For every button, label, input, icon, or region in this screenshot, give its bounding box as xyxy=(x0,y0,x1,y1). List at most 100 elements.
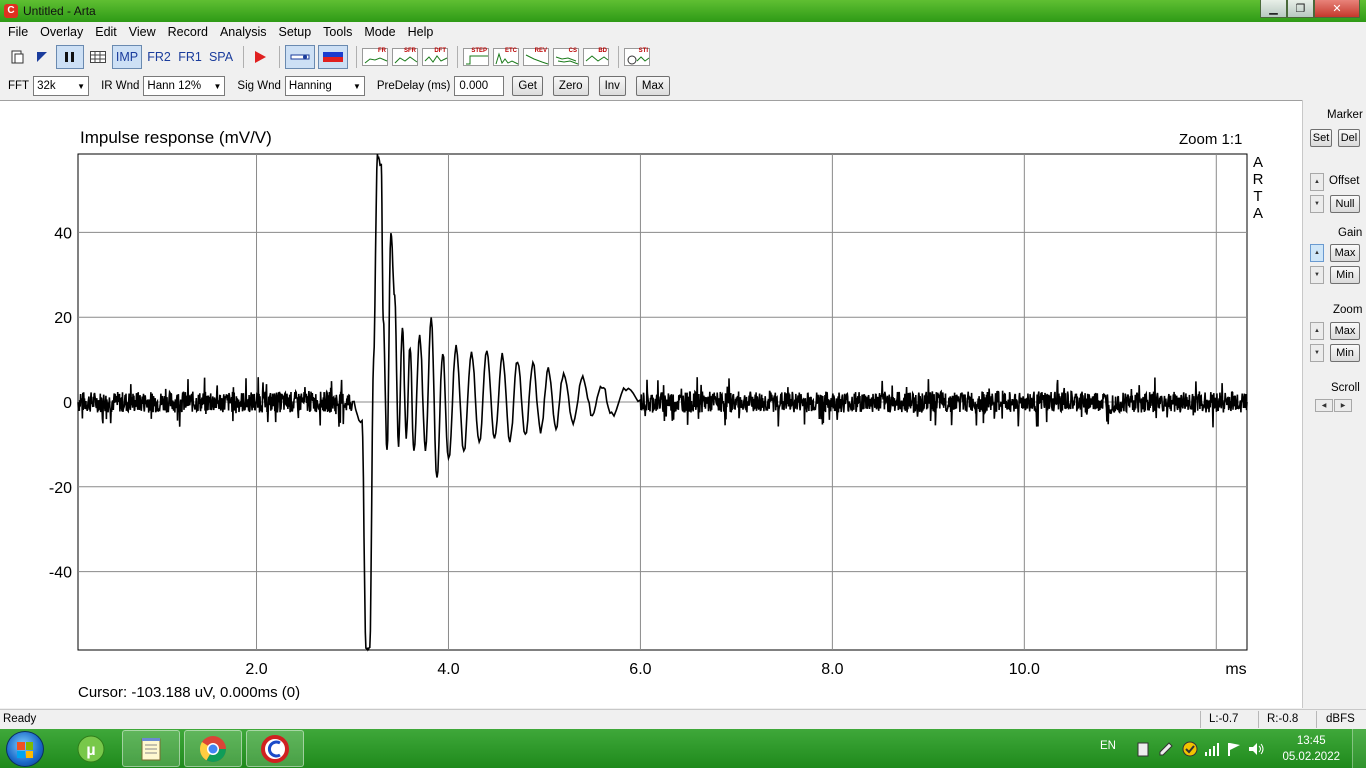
predelay-label: PreDelay (ms) xyxy=(376,80,451,92)
fr-analysis-button[interactable]: FR xyxy=(362,48,388,66)
y-tick-label: 40 xyxy=(54,225,72,242)
new-button[interactable] xyxy=(6,45,28,69)
etc-analysis-button[interactable]: ETC xyxy=(493,48,519,66)
marker-del-button[interactable]: Del xyxy=(1338,129,1360,147)
bd-analysis-button[interactable]: BD xyxy=(583,48,609,66)
arrow-down-icon: ▼ xyxy=(1314,272,1320,278)
taskbar-notepad[interactable] xyxy=(122,730,180,767)
taskbar-utorrent[interactable]: µ xyxy=(62,730,120,767)
arrow-down-icon: ▼ xyxy=(1314,201,1320,207)
offset-up-button[interactable]: ▲ xyxy=(1310,173,1324,191)
gain-label: Gain xyxy=(1338,227,1363,239)
mode-spa-button[interactable]: SPA xyxy=(207,45,235,69)
menu-help[interactable]: Help xyxy=(402,22,440,42)
maximize-button[interactable]: ❐ xyxy=(1287,0,1314,18)
clock[interactable]: 13:45 05.02.2022 xyxy=(1282,733,1340,765)
step-analysis-button[interactable]: STEP xyxy=(463,48,489,66)
taskbar-chrome[interactable] xyxy=(184,730,242,767)
menu-tools[interactable]: Tools xyxy=(317,22,358,42)
dft-analysis-button[interactable]: DFT xyxy=(422,48,448,66)
pause-button[interactable] xyxy=(56,45,84,69)
show-desktop-button[interactable] xyxy=(1352,729,1366,768)
volume-icon[interactable] xyxy=(1248,741,1266,757)
play-icon xyxy=(250,49,270,65)
chart-title: Impulse response (mV/V) xyxy=(80,128,272,147)
open-button[interactable] xyxy=(31,45,53,69)
minimize-button[interactable]: ▁ xyxy=(1260,0,1287,18)
menu-overlay[interactable]: Overlay xyxy=(34,22,89,42)
taskbar: µ EN 13:45 05.02.2022 xyxy=(0,729,1366,768)
zoom-min-button[interactable]: Min xyxy=(1330,344,1360,362)
scroll-right-button[interactable]: ▶ xyxy=(1334,399,1352,412)
clipboard-icon[interactable] xyxy=(1135,741,1151,757)
pause-icon xyxy=(60,49,80,65)
fft-label: FFT xyxy=(8,80,30,92)
close-button[interactable]: ✕ xyxy=(1314,0,1360,18)
taskbar-arta[interactable] xyxy=(246,730,304,767)
zoom-down-button[interactable]: ▼ xyxy=(1310,344,1324,362)
cs-analysis-button[interactable]: CS xyxy=(553,48,579,66)
ir-wnd-select[interactable]: Hann 12% ▼ xyxy=(143,76,226,96)
offset-down-button[interactable]: ▼ xyxy=(1310,195,1324,213)
clock-date: 05.02.2022 xyxy=(1282,751,1340,763)
rev-analysis-button[interactable]: REV xyxy=(523,48,549,66)
ir-wnd-label: IR Wnd xyxy=(101,80,140,92)
y-tick-label: 0 xyxy=(63,395,72,412)
mode-fr1-button[interactable]: FR1 xyxy=(176,45,204,69)
title-bar: C Untitled - Arta ▁ ❐ ✕ xyxy=(0,0,1366,22)
gain-min-button[interactable]: Min xyxy=(1330,266,1360,284)
sfr-analysis-button[interactable]: SFR xyxy=(392,48,418,66)
gain-up-button[interactable]: ▲ xyxy=(1310,244,1324,262)
start-button[interactable] xyxy=(6,731,44,767)
fft-select[interactable]: 32k ▼ xyxy=(33,76,90,96)
inv-button[interactable]: Inv xyxy=(598,76,626,96)
norton-icon[interactable] xyxy=(1182,741,1198,757)
mode-imp-button[interactable]: IMP xyxy=(112,45,142,69)
sti-analysis-button[interactable]: STI xyxy=(624,48,650,66)
level-meter-button[interactable] xyxy=(318,45,348,69)
language-indicator[interactable]: EN xyxy=(1100,740,1116,752)
right-control-panel: Marker Set Del ▲ Offset ▼ Null Gain ▲ Ma… xyxy=(1302,100,1366,708)
sig-wnd-select[interactable]: Hanning ▼ xyxy=(284,76,365,96)
predelay-input[interactable]: 0.000 xyxy=(454,76,505,96)
offset-null-button[interactable]: Null xyxy=(1330,195,1360,213)
menu-setup[interactable]: Setup xyxy=(273,22,318,42)
menu-mode[interactable]: Mode xyxy=(358,22,401,42)
network-signal-icon[interactable] xyxy=(1204,741,1220,757)
arta-logo-icon: C xyxy=(4,4,18,18)
menu-view[interactable]: View xyxy=(123,22,162,42)
arrow-left-icon: ◀ xyxy=(1321,403,1327,409)
action-center-flag-icon[interactable] xyxy=(1226,741,1242,757)
generator-button[interactable] xyxy=(285,45,315,69)
impulse-response-chart[interactable]: 2.0 4.0 6.0 8.0 10.0 ms 40 20 0 -20 -40 xyxy=(0,100,1302,708)
zero-button[interactable]: Zero xyxy=(552,76,589,96)
mode-fr2-button[interactable]: FR2 xyxy=(145,45,173,69)
utorrent-icon: µ xyxy=(77,735,105,762)
menu-file[interactable]: File xyxy=(2,22,34,42)
y-tick-label: 20 xyxy=(54,310,72,327)
menu-edit[interactable]: Edit xyxy=(89,22,123,42)
close-icon: ✕ xyxy=(1332,3,1342,15)
right-level: R:-0.8 xyxy=(1267,713,1299,725)
open-arrow-icon xyxy=(32,49,52,65)
gain-max-button[interactable]: Max xyxy=(1330,244,1360,262)
menu-analysis[interactable]: Analysis xyxy=(214,22,273,42)
pen-icon[interactable] xyxy=(1158,741,1174,757)
get-button[interactable]: Get xyxy=(512,76,543,96)
record-button[interactable] xyxy=(249,45,271,69)
toolbar-separator xyxy=(356,46,357,68)
arrow-up-icon: ▲ xyxy=(1314,250,1320,256)
marker-set-button[interactable]: Set xyxy=(1310,129,1332,147)
status-divider xyxy=(1316,711,1317,728)
zoom-up-button[interactable]: ▲ xyxy=(1310,322,1324,340)
watermark-letter: R xyxy=(1252,171,1264,188)
gain-down-button[interactable]: ▼ xyxy=(1310,266,1324,284)
table-view-button[interactable] xyxy=(87,45,109,69)
sig-wnd-value: Hanning xyxy=(288,80,332,92)
zoom-max-button[interactable]: Max xyxy=(1330,322,1360,340)
arta-icon xyxy=(261,734,289,763)
max-button[interactable]: Max xyxy=(635,76,670,96)
menu-record[interactable]: Record xyxy=(162,22,214,42)
scroll-left-button[interactable]: ◀ xyxy=(1315,399,1333,412)
cursor-readout: Cursor: -103.188 uV, 0.000ms (0) xyxy=(78,684,301,701)
